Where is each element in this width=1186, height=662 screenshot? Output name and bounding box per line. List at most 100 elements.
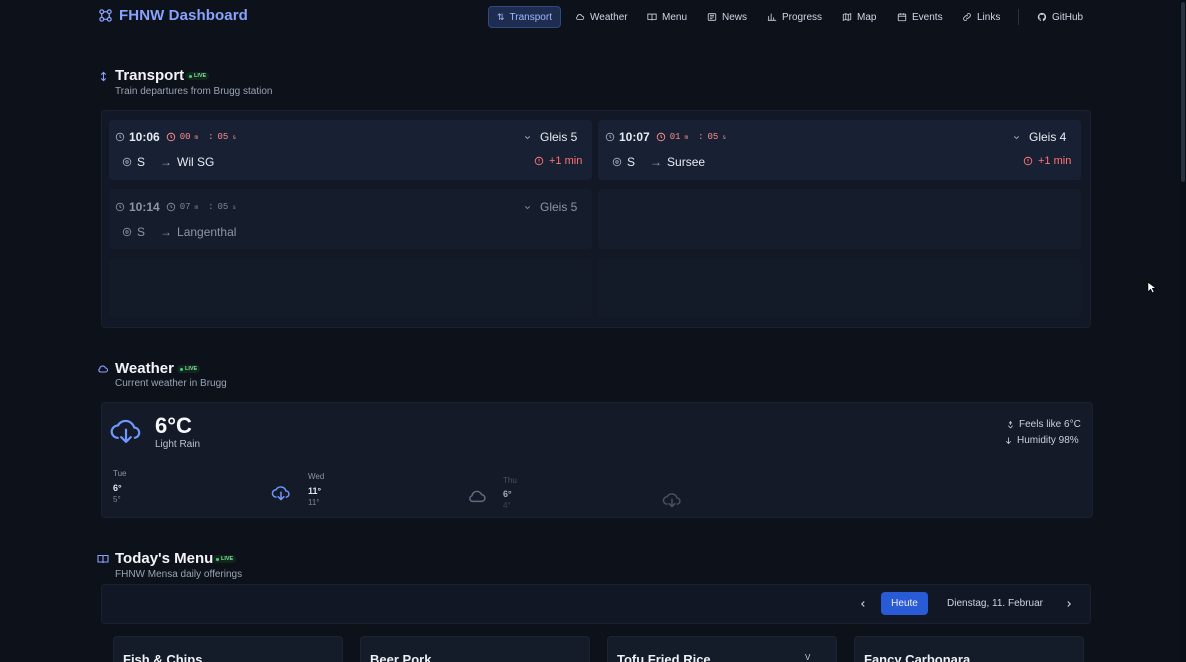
dish-name: Fish & Chips — [123, 652, 203, 662]
today-button[interactable]: Heute — [881, 592, 928, 615]
nav-links[interactable]: Links — [954, 6, 1008, 28]
newspaper-icon — [707, 13, 717, 21]
link-icon — [963, 13, 971, 21]
departure-time: 10:06 — [129, 130, 160, 144]
calendar-icon — [897, 13, 907, 22]
departure-time: 10:07 — [619, 130, 650, 144]
dish-name: Beer Pork — [370, 652, 432, 662]
countdown-min: 00 — [179, 132, 191, 142]
forecast-high: 6° — [503, 489, 512, 499]
arrow-right-icon: → — [650, 155, 663, 169]
forecast-low: 5° — [113, 495, 121, 504]
nav-weather[interactable]: Weather — [567, 6, 636, 28]
cloud-icon — [98, 365, 109, 373]
live-badge: LIVE — [177, 365, 201, 373]
countdown-sec: 05 — [217, 132, 229, 142]
weather-panel — [101, 402, 1093, 518]
cloud-icon — [469, 490, 486, 503]
dish-name: Fancy Carbonara — [864, 652, 971, 662]
nav-news[interactable]: News — [699, 6, 755, 28]
weather-subtitle: Current weather in Brugg — [115, 378, 227, 389]
vegetarian-badge: V — [805, 653, 811, 662]
chevron-down-icon — [524, 205, 531, 209]
arrow-down-icon — [1005, 437, 1012, 445]
departure-card[interactable]: 10:14 07 m : 05 s Gleis 5 S → Langenthal — [109, 189, 592, 249]
destination: Sursee — [667, 155, 706, 169]
countdown-sep: : — [208, 132, 214, 142]
departure-time: 10:14 — [129, 200, 160, 214]
menu-subtitle: FHNW Mensa daily offerings — [115, 569, 243, 580]
nav-events[interactable]: Events — [889, 6, 951, 28]
arrow-right-icon: → — [160, 225, 173, 239]
departure-placeholder — [598, 189, 1081, 249]
nav-label: Map — [857, 11, 877, 23]
forecast-day: Tue — [113, 469, 127, 478]
brand-title: FHNW Dashboard — [119, 7, 248, 24]
nav-divider — [1018, 9, 1019, 25]
nav-map[interactable]: Map — [834, 6, 884, 28]
platform: Gleis 5 — [540, 130, 578, 144]
chevron-right-icon[interactable] — [1064, 599, 1074, 609]
book-icon — [97, 554, 109, 564]
brand[interactable]: FHNW Dashboard — [98, 7, 248, 24]
destination: Langenthal — [177, 225, 237, 239]
forecast-day: Thu — [503, 476, 517, 485]
menu-title: Today's Menu — [115, 550, 214, 567]
nav-label: Links — [977, 11, 1001, 23]
countdown-m-unit: m — [194, 133, 199, 141]
mouse-cursor-icon — [1147, 281, 1156, 294]
cloud-download-icon — [271, 486, 290, 501]
clock-icon — [115, 202, 125, 212]
cloud-icon — [576, 14, 585, 20]
current-temperature: 6°C — [155, 413, 192, 438]
nav-label: GitHub — [1052, 11, 1084, 23]
train-icon: ⇅ — [497, 11, 505, 22]
weather-title: Weather — [115, 360, 174, 377]
line-badge: S — [137, 155, 146, 169]
top-navigation: FHNW Dashboard ⇅ Transport Weather Menu … — [0, 0, 1186, 34]
target-icon — [122, 157, 132, 167]
countdown-min: 07 — [179, 202, 191, 212]
timer-icon — [166, 202, 175, 212]
chevron-down-icon — [1013, 135, 1020, 139]
alert-icon — [1023, 156, 1033, 166]
timer-icon — [656, 132, 665, 142]
cloud-download-icon — [662, 493, 681, 508]
nav-label: Progress — [782, 11, 823, 23]
delay: +1 min — [1038, 155, 1072, 167]
bar-chart-icon — [767, 13, 777, 21]
countdown-s-unit: s — [722, 133, 726, 141]
clock-icon — [115, 132, 125, 142]
chevron-left-icon[interactable] — [858, 599, 868, 609]
timer-icon — [166, 132, 175, 142]
cloud-download-icon — [110, 419, 141, 443]
weather-condition: Light Rain — [155, 439, 201, 450]
scrollbar-thumb[interactable] — [1181, 2, 1185, 182]
feels-like: Feels like 6°C — [1006, 419, 1081, 430]
nav-transport[interactable]: ⇅ Transport — [488, 6, 561, 28]
menu-date: Dienstag, 11. Februar — [947, 598, 1043, 609]
departure-card[interactable]: 10:07 01 m : 05 s Gleis 4 S → Sursee +1 … — [598, 120, 1081, 180]
nav-github[interactable]: GitHub — [1029, 6, 1091, 28]
forecast-high: 6° — [113, 483, 122, 493]
nav-label: News — [722, 11, 748, 23]
destination: Wil SG — [177, 155, 215, 169]
humidity: Humidity 98% — [1004, 435, 1079, 446]
thermometer-icon — [1007, 421, 1014, 429]
menu-toolbar — [101, 584, 1091, 624]
nav-progress[interactable]: Progress — [759, 6, 830, 28]
github-icon — [1037, 12, 1047, 21]
departure-card[interactable]: 10:06 00 m : 05 s Gleis 5 S → Wil SG +1 … — [109, 120, 592, 180]
countdown-s-unit: s — [232, 133, 236, 141]
graduation-icon — [99, 9, 112, 22]
live-badge: LIVE — [186, 72, 210, 80]
countdown-sec: 05 — [217, 202, 229, 212]
countdown-min: 01 — [669, 132, 681, 142]
arrow-right-icon: → — [160, 155, 173, 169]
countdown-m-unit: m — [194, 203, 199, 211]
nav-label: Transport — [509, 11, 552, 23]
clock-icon — [605, 132, 615, 142]
nav-menu[interactable]: Menu — [639, 6, 695, 28]
dish-name: Tofu Fried Rice — [617, 652, 711, 662]
forecast-low: 11° — [308, 498, 320, 507]
